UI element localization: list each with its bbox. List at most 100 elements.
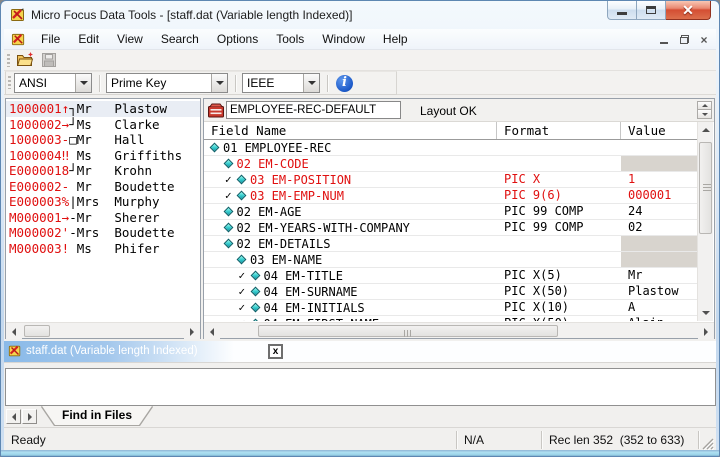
title-bar[interactable]: Micro Focus Data Tools - [staff.dat (Var… bbox=[1, 1, 720, 29]
record-spinner bbox=[697, 101, 712, 119]
record-row[interactable]: E0000018┘Mr Krohn bbox=[6, 163, 200, 179]
field-row[interactable]: ✓04 EM-FIRST-NAMEPIC X(50)Alain bbox=[204, 316, 698, 321]
field-value: 1 bbox=[621, 172, 698, 187]
field-row[interactable]: 03 EM-NAME bbox=[204, 252, 698, 268]
field-row[interactable]: 02 EM-CODE bbox=[204, 156, 698, 172]
maximize-button[interactable] bbox=[637, 1, 666, 20]
arrow-right-icon bbox=[190, 328, 194, 336]
field-row[interactable]: 02 EM-YEARS-WITH-COMPANYPIC 99 COMP02 bbox=[204, 220, 698, 236]
status-divider bbox=[456, 431, 457, 449]
field-row[interactable]: ✓03 EM-POSITIONPIC X1 bbox=[204, 172, 698, 188]
record-key: E000002- bbox=[9, 179, 69, 194]
record-row[interactable]: E000003%|Mrs Murphy bbox=[6, 194, 200, 210]
field-row[interactable]: 02 EM-DETAILS bbox=[204, 236, 698, 252]
field-value: Alain bbox=[621, 316, 698, 321]
record-text: -Mrs Boudette bbox=[69, 225, 174, 240]
record-row[interactable]: M000002'-Mrs Boudette bbox=[6, 225, 200, 241]
scroll-left-button[interactable] bbox=[6, 324, 22, 339]
record-text: ┘Mr Krohn bbox=[69, 163, 152, 178]
mdi-restore-button[interactable] bbox=[676, 32, 692, 47]
float-format-combobox[interactable]: IEEE bbox=[242, 73, 320, 93]
record-row[interactable]: E000002- Mr Boudette bbox=[6, 179, 200, 195]
scroll-up-button[interactable] bbox=[698, 122, 713, 138]
record-row[interactable]: 1000001↑┐Mr Plastow bbox=[6, 101, 200, 117]
field-label: 02 EM-CODE bbox=[237, 157, 309, 171]
menu-file[interactable]: File bbox=[32, 30, 69, 49]
column-value[interactable]: Value bbox=[621, 122, 698, 139]
close-button[interactable]: ✕ bbox=[666, 1, 711, 20]
field-row[interactable]: 01 EMPLOYEE-REC bbox=[204, 140, 698, 156]
field-name-cell: 02 EM-YEARS-WITH-COMPANY bbox=[204, 220, 497, 235]
menu-view[interactable]: View bbox=[108, 30, 152, 49]
record-key: 1000001↑ bbox=[9, 101, 69, 116]
field-name-cell: ✓04 EM-INITIALS bbox=[204, 300, 497, 315]
scroll-left-button[interactable] bbox=[204, 324, 220, 339]
field-value: 000001 bbox=[621, 188, 698, 203]
record-row[interactable]: 1000004‼ Ms Griffiths bbox=[6, 148, 200, 164]
info-icon[interactable]: i bbox=[336, 75, 353, 92]
column-field-name[interactable]: Field Name bbox=[204, 122, 497, 139]
key-value: Prime Key bbox=[107, 74, 211, 92]
minimize-button[interactable] bbox=[607, 1, 637, 20]
field-table-hscrollbar[interactable] bbox=[204, 322, 714, 338]
charset-dropdown-button[interactable] bbox=[75, 74, 91, 92]
save-icon bbox=[41, 52, 57, 68]
menu-tools[interactable]: Tools bbox=[267, 30, 313, 49]
field-row[interactable]: 02 EM-AGEPIC 99 COMP24 bbox=[204, 204, 698, 220]
record-name-field[interactable] bbox=[226, 101, 401, 119]
find-results-panel[interactable] bbox=[5, 368, 716, 406]
menu-window[interactable]: Window bbox=[313, 30, 374, 49]
record-list-hscrollbar[interactable] bbox=[6, 322, 200, 338]
float-format-dropdown-button[interactable] bbox=[303, 74, 319, 92]
vscroll-thumb[interactable] bbox=[699, 142, 712, 234]
charset-combobox[interactable]: ANSI bbox=[14, 73, 92, 93]
record-key: E0000018 bbox=[9, 163, 69, 178]
field-row[interactable]: ✓04 EM-SURNAMEPIC X(50)Plastow bbox=[204, 284, 698, 300]
field-value: 24 bbox=[621, 204, 698, 219]
toolbar-grip[interactable] bbox=[7, 54, 10, 67]
column-format[interactable]: Format bbox=[497, 122, 621, 139]
tab-scroll-left-button[interactable] bbox=[6, 409, 21, 424]
close-icon: ✕ bbox=[682, 3, 694, 17]
field-label: 03 EM-POSITION bbox=[250, 173, 351, 187]
menu-options[interactable]: Options bbox=[208, 30, 267, 49]
field-row[interactable]: ✓04 EM-INITIALSPIC X(10)A bbox=[204, 300, 698, 316]
key-dropdown-button[interactable] bbox=[211, 74, 227, 92]
record-row[interactable]: 1000002→┘Ms Clarke bbox=[6, 117, 200, 133]
field-table-vscrollbar[interactable] bbox=[697, 122, 713, 321]
scroll-right-button[interactable] bbox=[698, 324, 714, 339]
tab-find-in-files[interactable]: Find in Files bbox=[42, 406, 152, 425]
key-combobox[interactable]: Prime Key bbox=[106, 73, 228, 93]
app-window: Micro Focus Data Tools - [staff.dat (Var… bbox=[0, 0, 720, 457]
field-diamond-icon bbox=[223, 239, 233, 249]
open-file-icon[interactable] bbox=[16, 52, 34, 68]
scroll-right-button[interactable] bbox=[184, 324, 200, 339]
mdi-minimize-button[interactable] bbox=[656, 32, 672, 47]
field-name-cell: ✓04 EM-FIRST-NAME bbox=[204, 316, 497, 321]
spinner-up-button[interactable] bbox=[697, 101, 712, 110]
mdi-child-icon[interactable] bbox=[11, 32, 26, 47]
record-row[interactable]: 1000003-□Mr Hall bbox=[6, 132, 200, 148]
tab-scroll-right-button[interactable] bbox=[22, 409, 37, 424]
field-name-cell: 02 EM-CODE bbox=[204, 156, 497, 171]
menu-help[interactable]: Help bbox=[374, 30, 417, 49]
field-value bbox=[621, 140, 698, 155]
menu-search[interactable]: Search bbox=[152, 30, 208, 49]
document-tab-label[interactable]: staff.dat (Variable length Indexed) bbox=[26, 345, 198, 357]
thumb-grip bbox=[703, 184, 711, 192]
menu-edit[interactable]: Edit bbox=[69, 30, 108, 49]
mdi-close-button[interactable]: × bbox=[696, 32, 712, 47]
minimize-icon bbox=[617, 12, 627, 15]
field-format bbox=[497, 236, 621, 251]
record-row[interactable]: M000003! Ms Phifer bbox=[6, 241, 200, 257]
spinner-down-button[interactable] bbox=[697, 110, 712, 119]
field-row[interactable]: ✓04 EM-TITLEPIC X(5)Mr bbox=[204, 268, 698, 284]
hscroll-thumb[interactable] bbox=[24, 325, 50, 337]
document-tab-close-button[interactable]: x bbox=[268, 344, 283, 359]
toolbar-grip[interactable] bbox=[8, 76, 11, 89]
scroll-down-button[interactable] bbox=[698, 305, 713, 321]
resize-grip-icon[interactable] bbox=[701, 437, 714, 450]
field-row[interactable]: ✓03 EM-EMP-NUMPIC 9(6)000001 bbox=[204, 188, 698, 204]
record-row[interactable]: M000001→-Mr Sherer bbox=[6, 210, 200, 226]
hscroll-thumb[interactable] bbox=[258, 325, 558, 337]
